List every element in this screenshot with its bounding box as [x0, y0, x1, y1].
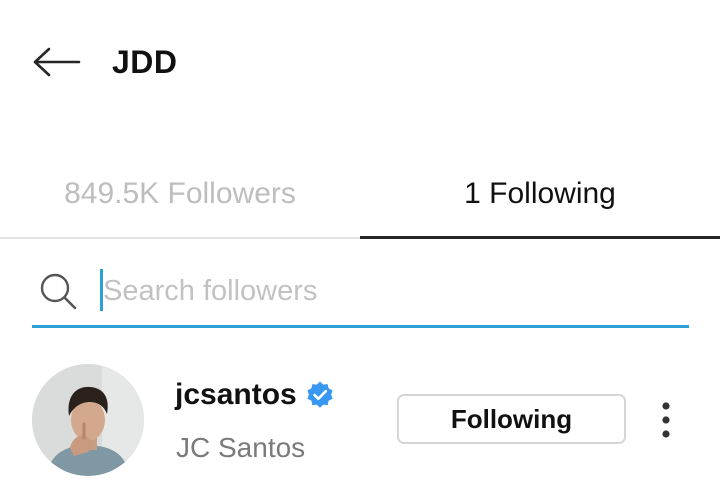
- avatar-image: [32, 364, 144, 476]
- tab-followers[interactable]: 849.5K Followers: [0, 150, 360, 237]
- more-options-button[interactable]: [648, 396, 684, 444]
- avatar[interactable]: [32, 364, 144, 476]
- username[interactable]: jcsantos: [175, 378, 297, 412]
- page-title: JDD: [112, 44, 178, 80]
- search-bar: [32, 262, 689, 330]
- tab-bar: 849.5K Followers 1 Following: [0, 150, 720, 240]
- following-button[interactable]: Following: [397, 394, 626, 444]
- list-item[interactable]: jcsantos JC Santos Following: [0, 360, 720, 480]
- username-line: jcsantos: [175, 378, 335, 412]
- full-name: JC Santos: [176, 432, 306, 463]
- header: JDD: [0, 0, 720, 120]
- search-input[interactable]: [102, 267, 673, 315]
- arrow-left-icon: [33, 47, 81, 77]
- search-underline: [32, 325, 689, 328]
- tab-divider: [0, 237, 360, 239]
- more-vertical-icon: [662, 402, 670, 438]
- back-button[interactable]: [28, 40, 84, 84]
- active-tab-indicator: [360, 236, 720, 239]
- search-icon: [40, 273, 77, 310]
- tab-following[interactable]: 1 Following: [360, 150, 720, 237]
- following-screen: JDD 849.5K Followers 1 Following Search …: [0, 0, 720, 497]
- verified-badge-icon: [307, 381, 333, 408]
